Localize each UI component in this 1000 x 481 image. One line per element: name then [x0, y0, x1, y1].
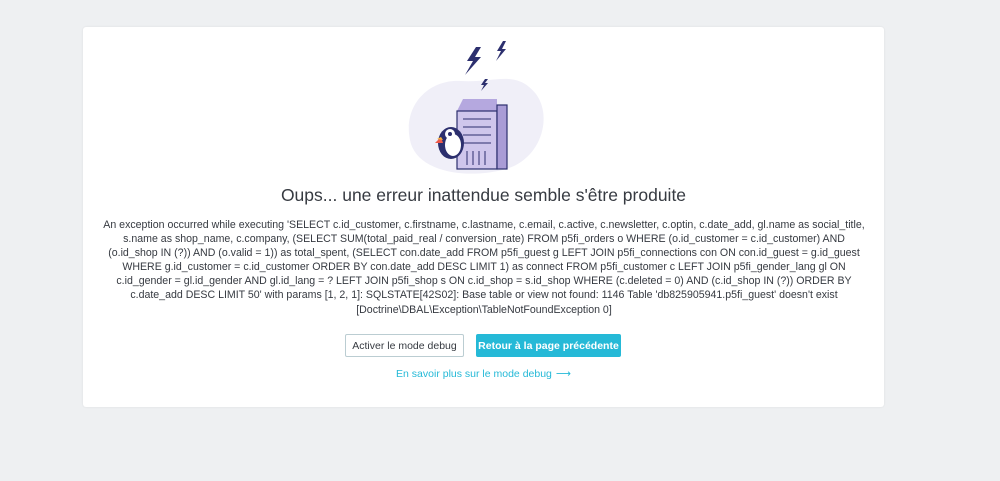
error-title: Oups... une erreur inattendue semble s'ê…	[280, 185, 687, 205]
back-button[interactable]: Retour à la page précédente	[476, 334, 621, 357]
lightning-bolt-icon	[465, 47, 481, 75]
lightning-bolt-icon	[496, 41, 506, 61]
server-error-illustration	[408, 41, 544, 174]
server-tower	[456, 99, 508, 170]
error-card: Oups... une erreur inattendue semble s'ê…	[83, 27, 884, 407]
exception-name: [Doctrine\DBAL\Exception\TableNotFoundEx…	[356, 303, 612, 316]
arrow-right-icon: ⟶	[555, 368, 571, 380]
error-message-text: An exception occurred while executing 'S…	[103, 219, 865, 302]
learn-more-debug-link[interactable]: En savoir plus sur le mode debug ⟶	[83, 368, 884, 380]
learn-more-label: En savoir plus sur le mode debug	[396, 368, 552, 380]
error-message: An exception occurred while executing 'S…	[99, 218, 869, 317]
enable-debug-button[interactable]: Activer le mode debug	[345, 334, 464, 357]
